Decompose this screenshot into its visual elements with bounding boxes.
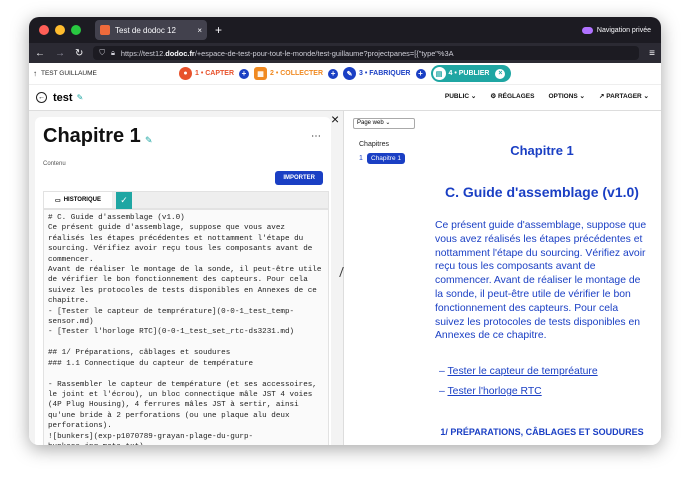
import-button[interactable]: IMPORTER [275, 171, 323, 185]
history-icon: ▭ [55, 197, 61, 204]
preview-subheading: 1/ PRÉPARATIONS, CÂBLAGES ET SOUDURES [440, 427, 644, 437]
capture-icon: ● [179, 67, 192, 80]
grid-icon: ▦ [254, 67, 268, 80]
tab-title: Test de dodoc 12 [115, 25, 176, 35]
project-breadcrumb[interactable]: TEST GUILLAUME [41, 70, 97, 77]
share-button[interactable]: ↗ PARTAGER ⌄ [599, 92, 649, 100]
preview-heading: C. Guide d'assemblage (v1.0) [445, 184, 639, 200]
url-text: https://test12.dodoc.fr/+espace-de-test-… [120, 48, 454, 58]
chapter-number: 1 [359, 155, 363, 162]
browser-window: Test de dodoc 12 × + Navigation privée ←… [29, 17, 661, 445]
preview-chapter-title: Chapitre 1 [510, 143, 574, 158]
project-bar: ← test ✎ PUBLIC ⌄ ⚙ RÉGLAGES OPTIONS ⌄ ↗… [29, 85, 661, 111]
back-circle-icon[interactable]: ← [36, 92, 47, 103]
window-controls [39, 25, 81, 35]
chapter-nav-item[interactable]: Chapitre 1 [367, 153, 405, 164]
step-capter[interactable]: ● 1 • CAPTER [179, 67, 234, 80]
more-options-icon[interactable]: ⋯ [311, 131, 321, 142]
step-publier[interactable]: ▤ 4 • PUBLIER × [430, 65, 512, 82]
chapter-card: Chapitre 1 ✎ ⋯ Contenu IMPORTER ▭ HISTOR… [35, 117, 331, 445]
step-collecter[interactable]: ▦ 2 • COLLECTER [254, 67, 323, 80]
history-label: HISTORIQUE [63, 197, 101, 203]
edit-pencil-icon[interactable]: ✎ [145, 135, 153, 146]
close-window-button[interactable] [39, 25, 49, 35]
url-bar[interactable]: ⛉ 🔒︎ https://test12.dodoc.fr/+espace-de-… [93, 46, 640, 60]
preview-link-rtc[interactable]: – Tester l'horloge RTC [439, 386, 542, 397]
private-browsing-indicator: Navigation privée [581, 26, 651, 34]
editor-pane: Chapitre 1 ✎ ⋯ Contenu IMPORTER ▭ HISTOR… [29, 111, 344, 445]
content-label: Contenu [43, 161, 66, 167]
preview-pane: Page web ⌄ Chapitres 1 Chapitre 1 Chapit… [345, 111, 661, 445]
add-icon[interactable]: + [328, 68, 339, 79]
validate-button[interactable]: ✓ [116, 192, 132, 209]
step-label: 2 • COLLECTER [270, 70, 324, 77]
maximize-window-button[interactable] [71, 25, 81, 35]
menu-icon[interactable]: ≡ [649, 48, 655, 59]
back-icon[interactable]: ← [35, 48, 45, 59]
close-icon[interactable]: × [331, 111, 339, 127]
step-label: 4 • PUBLIER [448, 70, 490, 77]
preview-paragraph: Ce présent guide d'assemblage, suppose q… [435, 220, 647, 342]
step-label: 1 • CAPTER [195, 70, 235, 77]
up-arrow-icon[interactable]: ↑ [33, 69, 37, 78]
page-format-select[interactable]: Page web ⌄ [353, 118, 415, 129]
add-icon[interactable]: + [415, 68, 426, 79]
markdown-editor[interactable]: # C. Guide d'assemblage (v1.0) Ce présen… [43, 209, 329, 445]
private-mask-icon [581, 26, 593, 34]
close-tab-icon[interactable]: × [197, 26, 202, 35]
minimize-window-button[interactable] [55, 25, 65, 35]
favicon-icon [100, 25, 110, 35]
project-title: test [53, 91, 73, 104]
chapter-title: Chapitre 1 [43, 125, 141, 147]
options-dropdown[interactable]: OPTIONS ⌄ [548, 92, 585, 100]
history-button[interactable]: ▭ HISTORIQUE [44, 192, 112, 208]
close-step-icon[interactable]: × [495, 68, 506, 79]
shield-icon: ⛉ [99, 48, 105, 57]
top-nav: ↑ TEST GUILLAUME ● 1 • CAPTER + ▦ 2 • CO… [29, 63, 661, 85]
public-dropdown[interactable]: PUBLIC ⌄ [445, 92, 476, 100]
browser-tab[interactable]: Test de dodoc 12 × [95, 20, 207, 40]
step-fabriquer[interactable]: ✎ 3 • FABRIQUER [343, 67, 411, 80]
step-label: 3 • FABRIQUER [359, 70, 411, 77]
puzzle-icon: ✎ [343, 67, 357, 80]
nav-bar: ← → ↻ ⛉ 🔒︎ https://test12.dodoc.fr/+espa… [29, 43, 661, 63]
editor-toolbar: ▭ HISTORIQUE ✓ [43, 191, 329, 209]
edit-pencil-icon[interactable]: ✎ [77, 93, 84, 102]
private-label: Navigation privée [596, 26, 651, 34]
forward-icon[interactable]: → [55, 48, 65, 59]
chapters-label: Chapitres [359, 141, 389, 148]
new-tab-button[interactable]: + [215, 23, 222, 37]
reload-icon[interactable]: ↻ [75, 48, 83, 59]
settings-button[interactable]: ⚙ RÉGLAGES [490, 92, 534, 100]
project-actions: PUBLIC ⌄ ⚙ RÉGLAGES OPTIONS ⌄ ↗ PARTAGER… [445, 92, 649, 100]
publish-icon: ▤ [432, 67, 446, 80]
tab-bar: Test de dodoc 12 × + Navigation privée [29, 17, 661, 43]
add-icon[interactable]: + [239, 68, 250, 79]
preview-link-temp[interactable]: – Tester le capteur de tempréature [439, 366, 598, 377]
lock-icon: 🔒︎ [110, 48, 115, 57]
workflow-steps: ● 1 • CAPTER + ▦ 2 • COLLECTER + ✎ 3 • F… [179, 65, 512, 82]
dodoc-app: ↑ TEST GUILLAUME ● 1 • CAPTER + ▦ 2 • CO… [29, 63, 661, 445]
